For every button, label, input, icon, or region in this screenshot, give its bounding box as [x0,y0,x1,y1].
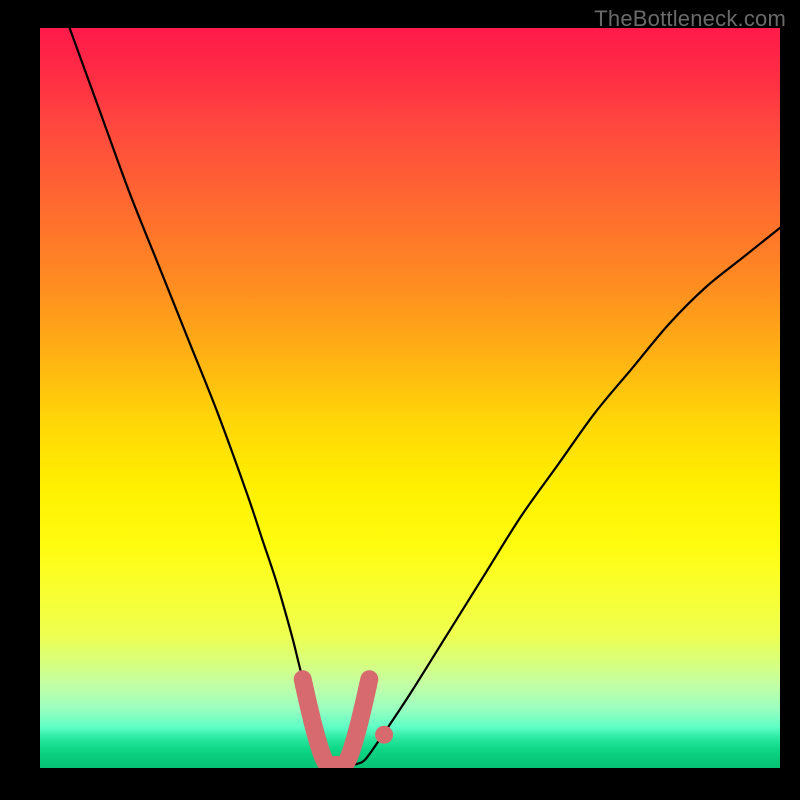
bottleneck-curve-path [70,28,780,765]
highlight-dot [375,726,393,744]
chart-curve-svg [40,28,780,768]
highlight-band [303,679,370,765]
watermark-text: TheBottleneck.com [594,6,786,32]
chart-plot-area [40,28,780,768]
